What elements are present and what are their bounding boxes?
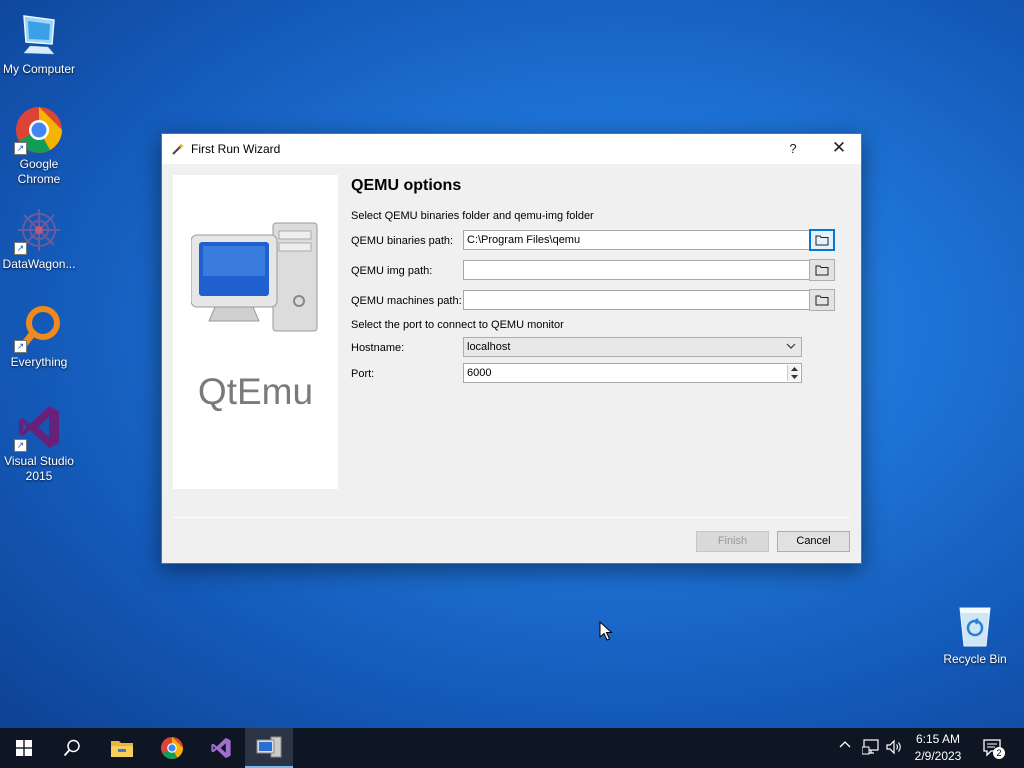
desktop-icon-datawagon[interactable]: ↗ DataWagon... — [0, 205, 78, 272]
windows-logo-icon — [16, 740, 32, 756]
close-button[interactable]: ✕ — [827, 138, 851, 160]
desktop-icon-label: Visual Studio 2015 — [4, 454, 74, 483]
chrome-icon: ↗ — [14, 105, 64, 155]
chrome-icon — [160, 736, 184, 760]
search-icon — [63, 739, 80, 757]
folder-icon — [111, 741, 133, 757]
shortcut-arrow-icon: ↗ — [14, 142, 27, 155]
wizard-wand-icon — [171, 142, 185, 159]
port-spin-buttons — [787, 365, 800, 381]
img-path-input[interactable] — [463, 260, 810, 280]
finish-button[interactable]: Finish — [696, 531, 769, 552]
qtemu-logo-text: QtEmu — [197, 371, 314, 412]
taskbar-file-explorer[interactable] — [98, 728, 146, 768]
cancel-button[interactable]: Cancel — [777, 531, 850, 552]
computer-icon — [14, 10, 64, 60]
dialog-title: First Run Wizard — [191, 142, 281, 156]
visual-studio-icon: ↗ — [14, 402, 64, 452]
folder-icon — [815, 265, 829, 276]
desktop-icon-visual-studio[interactable]: ↗ Visual Studio 2015 — [0, 402, 78, 484]
machines-path-label: QEMU machines path: — [351, 295, 462, 307]
machines-browse-button[interactable] — [809, 289, 835, 311]
visual-studio-icon — [211, 737, 231, 759]
desktop-icon-my-computer[interactable]: My Computer — [0, 10, 78, 77]
mouse-cursor-icon — [599, 620, 613, 645]
desktop-icon-label: Google Chrome — [17, 157, 61, 186]
qtemu-icon — [256, 736, 282, 758]
first-run-wizard-dialog: First Run Wizard ? ✕ QtEmu QEMU options … — [161, 133, 862, 564]
desktop-icon-label: My Computer — [2, 62, 76, 76]
desktop-icon-everything[interactable]: ↗ Everything — [0, 303, 78, 370]
taskbar-chrome[interactable] — [148, 728, 196, 768]
img-browse-button[interactable] — [809, 259, 835, 281]
dialog-titlebar[interactable]: First Run Wizard ? ✕ — [162, 134, 861, 164]
binaries-path-label: QEMU binaries path: — [351, 235, 454, 247]
chevron-down-icon — [786, 341, 796, 354]
magnifier-icon: ↗ — [14, 303, 64, 353]
action-center-button[interactable]: 2 — [982, 737, 1006, 759]
taskbar-visual-studio[interactable] — [197, 728, 245, 768]
volume-icon[interactable] — [885, 739, 903, 758]
help-button[interactable]: ? — [783, 141, 803, 156]
clock-time: 6:15 AM — [915, 732, 961, 746]
page-title: QEMU options — [351, 177, 462, 194]
folder-icon — [815, 235, 829, 246]
port-spinbox[interactable]: 6000 — [463, 363, 802, 383]
start-button[interactable] — [0, 728, 48, 768]
taskbar: 6:15 AM 2/9/2023 2 — [0, 728, 1024, 768]
wizard-side-panel: QtEmu — [173, 175, 338, 489]
recycle-bin-icon — [950, 600, 1000, 650]
search-button[interactable] — [48, 728, 96, 768]
folder-icon — [815, 295, 829, 306]
port-instruction: Select the port to connect to QEMU monit… — [351, 319, 564, 331]
spin-up-icon[interactable] — [788, 365, 800, 373]
shortcut-arrow-icon: ↗ — [14, 439, 27, 452]
binaries-path-input[interactable]: C:\Program Files\qemu — [463, 230, 810, 250]
desktop-icon-google-chrome[interactable]: ↗ Google Chrome — [0, 105, 78, 187]
hostname-label: Hostname: — [351, 342, 405, 354]
taskbar-qtemu[interactable] — [245, 728, 293, 768]
desktop-icon-label: Recycle Bin — [943, 652, 1007, 666]
port-value: 6000 — [467, 367, 492, 379]
img-path-label: QEMU img path: — [351, 265, 433, 277]
hostname-value: localhost — [467, 341, 511, 353]
desktop-icon-label: Everything — [10, 355, 68, 369]
qtemu-computer-icon — [190, 221, 319, 340]
network-icon[interactable] — [861, 739, 880, 758]
desktop-icon-recycle-bin[interactable]: Recycle Bin — [936, 600, 1014, 667]
machines-path-input[interactable] — [463, 290, 810, 310]
folder-instruction: Select QEMU binaries folder and qemu-img… — [351, 210, 594, 222]
datawagon-icon: ↗ — [14, 205, 64, 255]
port-label: Port: — [351, 368, 375, 380]
tray-chevron-up-icon[interactable] — [839, 739, 851, 754]
desktop-icon-label: DataWagon... — [2, 257, 76, 271]
binaries-browse-button[interactable] — [809, 229, 835, 251]
hostname-select[interactable]: localhost — [463, 337, 802, 357]
clock-date: 2/9/2023 — [914, 749, 962, 763]
taskbar-clock[interactable]: 6:15 AM 2/9/2023 — [906, 731, 970, 765]
dialog-separator — [173, 517, 850, 518]
shortcut-arrow-icon: ↗ — [14, 242, 27, 255]
spin-down-icon[interactable] — [788, 373, 800, 381]
notification-count-badge: 2 — [993, 747, 1005, 759]
shortcut-arrow-icon: ↗ — [14, 340, 27, 353]
